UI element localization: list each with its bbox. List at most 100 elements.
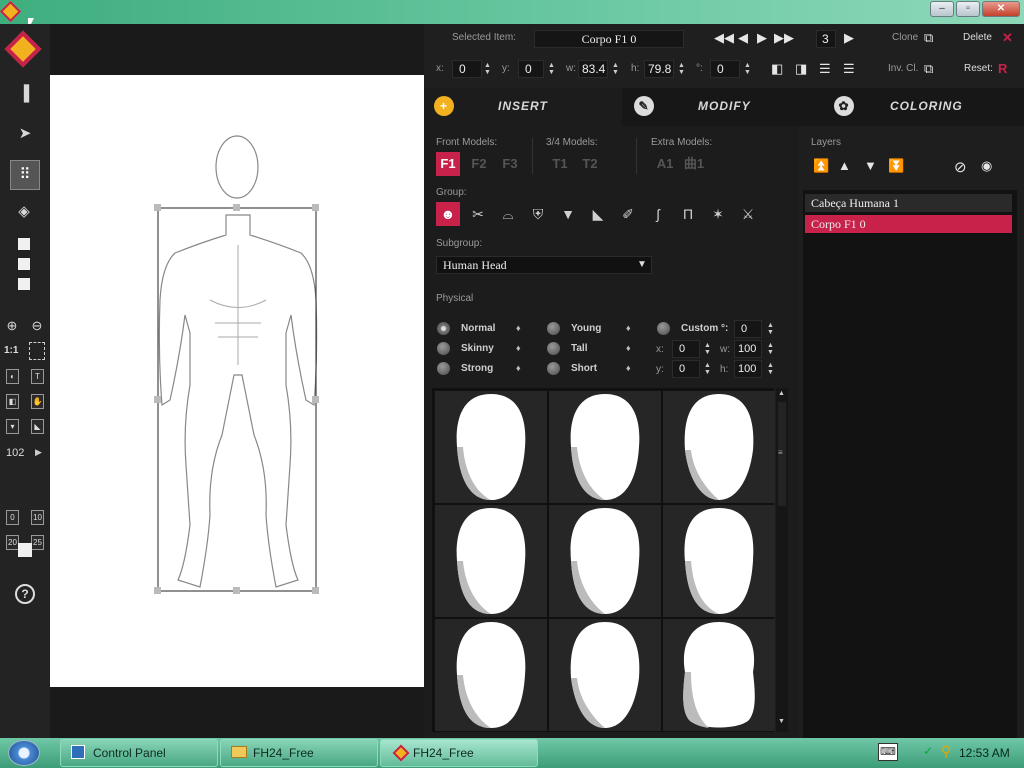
custom-y-field[interactable]: 0	[672, 360, 700, 378]
leg-icon[interactable]: ʃ	[646, 202, 670, 226]
white-square-icon[interactable]	[18, 278, 30, 290]
grid-tool-icon[interactable]: ⠿	[10, 160, 40, 190]
head-icon[interactable]: ☻	[436, 202, 460, 226]
head-thumbnail[interactable]	[549, 619, 661, 731]
frame-number-field[interactable]: 3	[816, 30, 836, 48]
zoom-value[interactable]: 102	[6, 447, 24, 459]
grid-size-25[interactable]: 25	[31, 535, 44, 550]
model-a1-button[interactable]: A1	[653, 152, 677, 176]
clone-icon[interactable]: ⧉	[924, 30, 933, 46]
physical-tall-radio[interactable]	[547, 342, 560, 355]
model-f2-button[interactable]: F2	[467, 152, 491, 176]
head-thumbnail[interactable]	[435, 391, 547, 503]
model-t1-button[interactable]: T1	[548, 152, 572, 176]
head-thumbnail[interactable]	[435, 619, 547, 731]
drawing-canvas[interactable]	[50, 75, 424, 687]
rewind-first-icon[interactable]: ◀◀	[714, 30, 734, 46]
rotation-spinner-icon[interactable]: ▲ ▼	[744, 62, 753, 76]
head-thumbnail[interactable]	[549, 505, 661, 617]
window-titlebar[interactable]: – ▫ ✕	[0, 0, 1024, 30]
network-icon[interactable]: ✓	[923, 744, 933, 758]
head-thumbnail[interactable]	[549, 391, 661, 503]
white-square-icon[interactable]	[18, 238, 30, 250]
model-t2-button[interactable]: T2	[578, 152, 602, 176]
background-color-icon[interactable]	[18, 543, 32, 557]
search-icon[interactable]: ⚲	[941, 743, 951, 760]
zoom-out-icon[interactable]: ⊖	[25, 316, 49, 336]
head-thumbnail[interactable]	[663, 505, 775, 617]
new-file-icon[interactable]: ▐	[12, 84, 36, 104]
windows-start-icon[interactable]	[8, 740, 40, 766]
play-icon[interactable]: ▶	[757, 30, 767, 46]
layer-down-icon[interactable]: ▼	[864, 158, 877, 173]
zoom-in-icon[interactable]: ⊕	[0, 316, 24, 336]
shirt-icon[interactable]: ▼	[556, 202, 580, 226]
physical-custom-radio[interactable]	[657, 322, 670, 335]
zoom-next-arrow-icon[interactable]: ▶	[35, 447, 42, 458]
custom-h-field[interactable]: 100	[734, 360, 762, 378]
frame-next-icon[interactable]: ▶	[844, 30, 854, 46]
previous-icon[interactable]: ◀	[738, 30, 748, 46]
custom-x-spinner-icon[interactable]: ▲ ▼	[704, 342, 713, 356]
h-field[interactable]: 79.8	[644, 60, 674, 78]
chevron-down-icon[interactable]: ▼	[637, 259, 647, 270]
foot-view-icon[interactable]: ◣	[31, 419, 44, 434]
head-thumbnail[interactable]	[663, 391, 775, 503]
custom-w-field[interactable]: 100	[734, 340, 762, 358]
custom-h-spinner-icon[interactable]: ▲ ▼	[767, 362, 776, 376]
layer-up-icon[interactable]: ▲	[838, 158, 851, 173]
armor-icon[interactable]: ⛨	[526, 202, 550, 226]
scroll-up-icon[interactable]: ▲	[778, 390, 785, 397]
swords-icon[interactable]: ⚔	[736, 202, 760, 226]
physical-skinny-radio[interactable]	[437, 342, 450, 355]
keyboard-icon[interactable]: ⌨	[878, 743, 898, 761]
scissors-icon[interactable]: ✂	[466, 202, 490, 226]
physical-young-radio[interactable]	[547, 322, 560, 335]
physical-strong-radio[interactable]	[437, 362, 450, 375]
x-spinner-icon[interactable]: ▲ ▼	[484, 62, 493, 76]
model-extra2-button[interactable]: 曲1	[682, 152, 706, 176]
hand-view-icon[interactable]: ✋	[31, 394, 44, 409]
maximize-icon[interactable]: ▫	[956, 1, 980, 17]
grid-size-10[interactable]: 10	[31, 510, 44, 525]
thumbnail-scrollbar[interactable]: ▲ ≡ ▼	[776, 388, 788, 732]
tab-insert[interactable]: + INSERT	[424, 88, 622, 126]
flip-horizontal-icon[interactable]: ◧	[771, 61, 783, 77]
select-arrow-icon[interactable]: ➤	[13, 124, 37, 144]
head-view-icon[interactable]: ◐	[6, 369, 19, 384]
w-spinner-icon[interactable]: ▲ ▼	[612, 62, 621, 76]
hat-icon[interactable]: ⌓	[496, 202, 520, 226]
x-field[interactable]: 0	[452, 60, 482, 78]
physical-normal-radio[interactable]	[437, 322, 450, 335]
arm-icon[interactable]: ◣	[586, 202, 610, 226]
tab-modify[interactable]: ✎ MODIFY	[622, 88, 822, 126]
paint-bucket-icon[interactable]: ◈	[12, 202, 36, 222]
close-icon[interactable]: ✕	[982, 1, 1020, 17]
forward-last-icon[interactable]: ▶▶	[774, 30, 794, 46]
y-spinner-icon[interactable]: ▲ ▼	[548, 62, 557, 76]
pants-icon[interactable]: Π	[676, 202, 700, 226]
leg-view-icon[interactable]: ▾	[6, 419, 19, 434]
w-field[interactable]: 83.4	[578, 60, 608, 78]
layer-item[interactable]: Cabeça Humana 1	[805, 194, 1012, 212]
flip-vertical-icon[interactable]: ◨	[795, 61, 807, 77]
custom-angle-spinner-icon[interactable]: ▲ ▼	[767, 322, 776, 336]
eye-icon[interactable]: ◉	[981, 158, 992, 174]
layer-down-icon[interactable]: ☰	[843, 61, 855, 77]
shirt-view-icon[interactable]: T	[31, 369, 44, 384]
invert-color-icon[interactable]: ⧉	[924, 61, 933, 77]
brush-icon[interactable]: ✐	[616, 202, 640, 226]
rotation-field[interactable]: 0	[710, 60, 740, 78]
layer-up-icon[interactable]: ☰	[819, 61, 831, 77]
help-icon[interactable]: ?	[15, 584, 35, 604]
arm-view-icon[interactable]: ◧	[6, 394, 19, 409]
model-f3-button[interactable]: F3	[498, 152, 522, 176]
layer-item-selected[interactable]: Corpo F1 0	[805, 215, 1012, 233]
h-spinner-icon[interactable]: ▲ ▼	[678, 62, 687, 76]
y-field[interactable]: 0	[518, 60, 544, 78]
layer-to-top-icon[interactable]: ⏫	[813, 158, 829, 174]
reset-icon[interactable]: R	[998, 61, 1007, 76]
model-f1-button[interactable]: F1	[436, 152, 460, 176]
minimize-icon[interactable]: –	[930, 1, 954, 17]
custom-w-spinner-icon[interactable]: ▲ ▼	[767, 342, 776, 356]
